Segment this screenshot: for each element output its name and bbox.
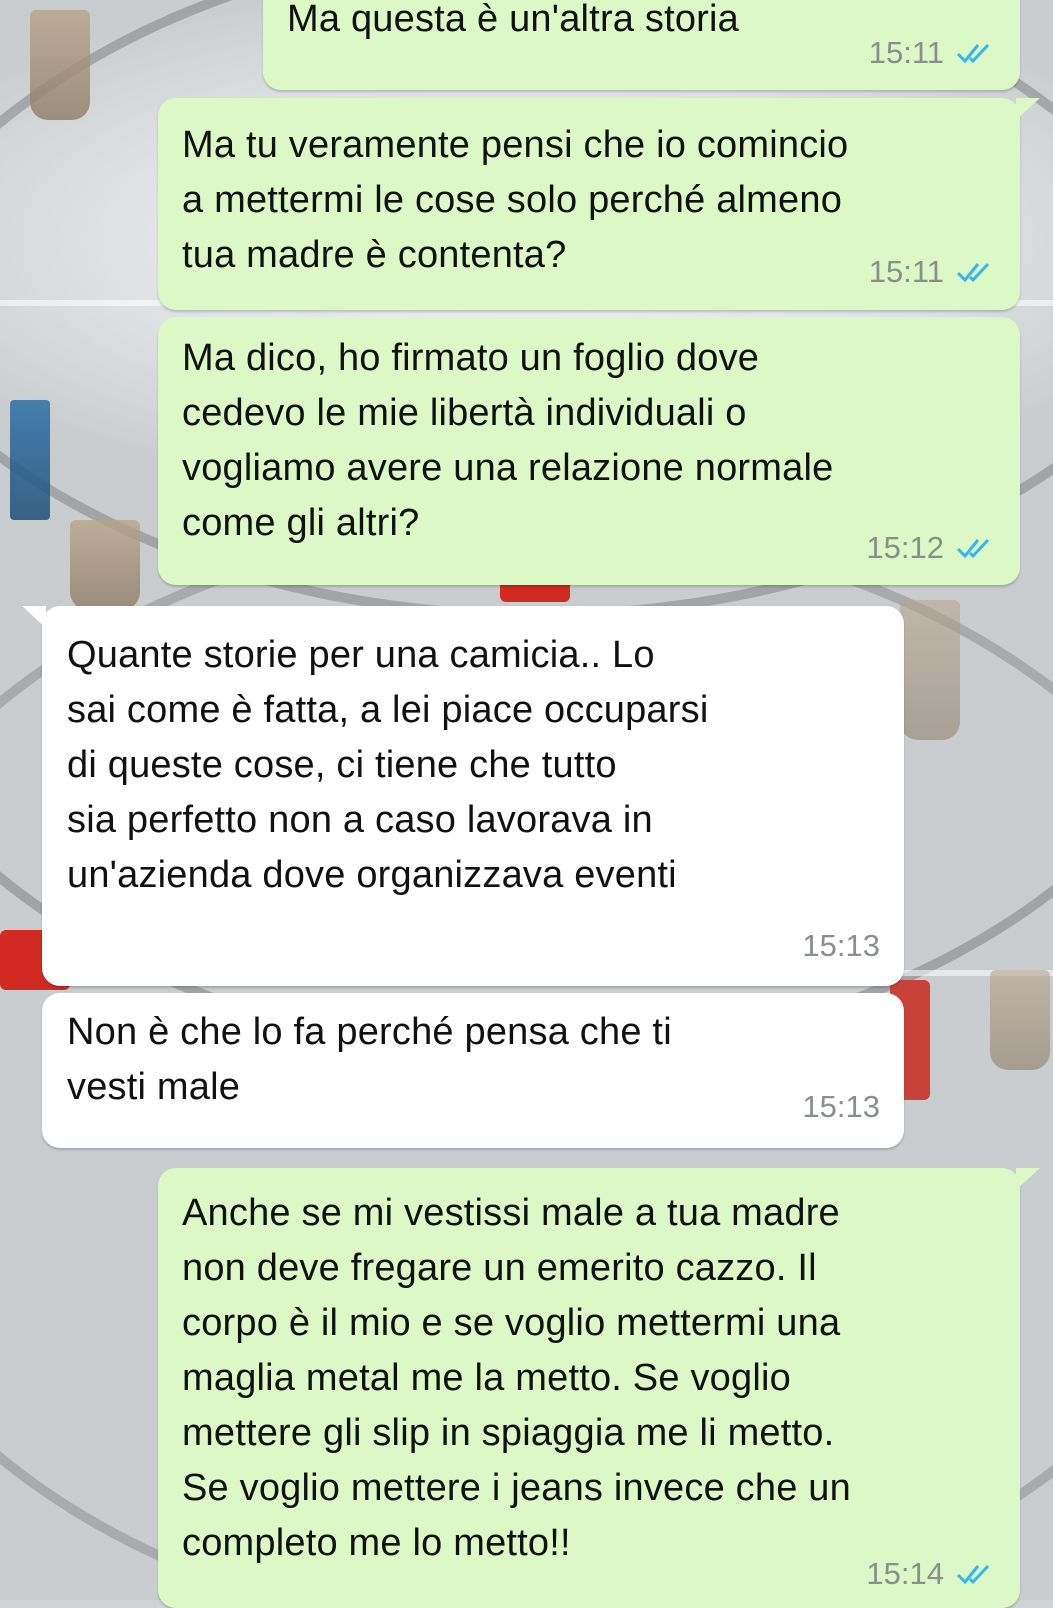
message-bubble-outgoing[interactable]: Ma dico, ho firmato un foglio dove cedev… [158, 317, 1020, 585]
message-text: Non è che lo fa perché pensa che ti vest… [67, 1011, 672, 1108]
message-text: Anche se mi vestissi male a tua madre no… [182, 1192, 851, 1564]
message-meta: 15:13 [802, 1089, 880, 1125]
message-meta: 15:13 [802, 928, 880, 964]
message-time: 15:13 [802, 1089, 880, 1124]
double-check-icon [956, 262, 990, 283]
message-meta: 15:11 [869, 35, 996, 71]
message-list: Ma questa è un'altra storia 15:11 Ma tu … [0, 0, 1053, 1608]
message-bubble-incoming[interactable]: Quante storie per una camicia.. Lo sai c… [22, 606, 904, 986]
message-text: Quante storie per una camicia.. Lo sai c… [67, 634, 709, 896]
message-bubble-outgoing[interactable]: Anche se mi vestissi male a tua madre no… [158, 1168, 1040, 1608]
message-meta: 15:12 [866, 530, 996, 566]
message-bubble-outgoing[interactable]: Ma tu veramente pensi che io comincio a … [158, 98, 1040, 310]
message-bubble-incoming[interactable]: Non è che lo fa perché pensa che ti vest… [42, 993, 904, 1148]
message-text: Ma tu veramente pensi che io comincio a … [182, 124, 849, 276]
double-check-icon [956, 1564, 990, 1585]
message-meta: 15:11 [869, 254, 996, 290]
double-check-icon [956, 538, 990, 559]
message-time: 15:11 [868, 35, 944, 70]
message-text: Ma questa è un'altra storia [287, 0, 740, 40]
message-time: 15:14 [866, 1556, 944, 1591]
message-bubble-outgoing[interactable]: Ma questa è un'altra storia 15:11 [263, 0, 1020, 90]
message-time: 15:11 [868, 254, 944, 289]
message-time: 15:13 [802, 928, 880, 963]
double-check-icon [956, 43, 990, 64]
message-meta: 15:14 [866, 1556, 996, 1592]
message-text: Ma dico, ho firmato un foglio dove cedev… [182, 337, 834, 544]
message-time: 15:12 [866, 530, 944, 565]
